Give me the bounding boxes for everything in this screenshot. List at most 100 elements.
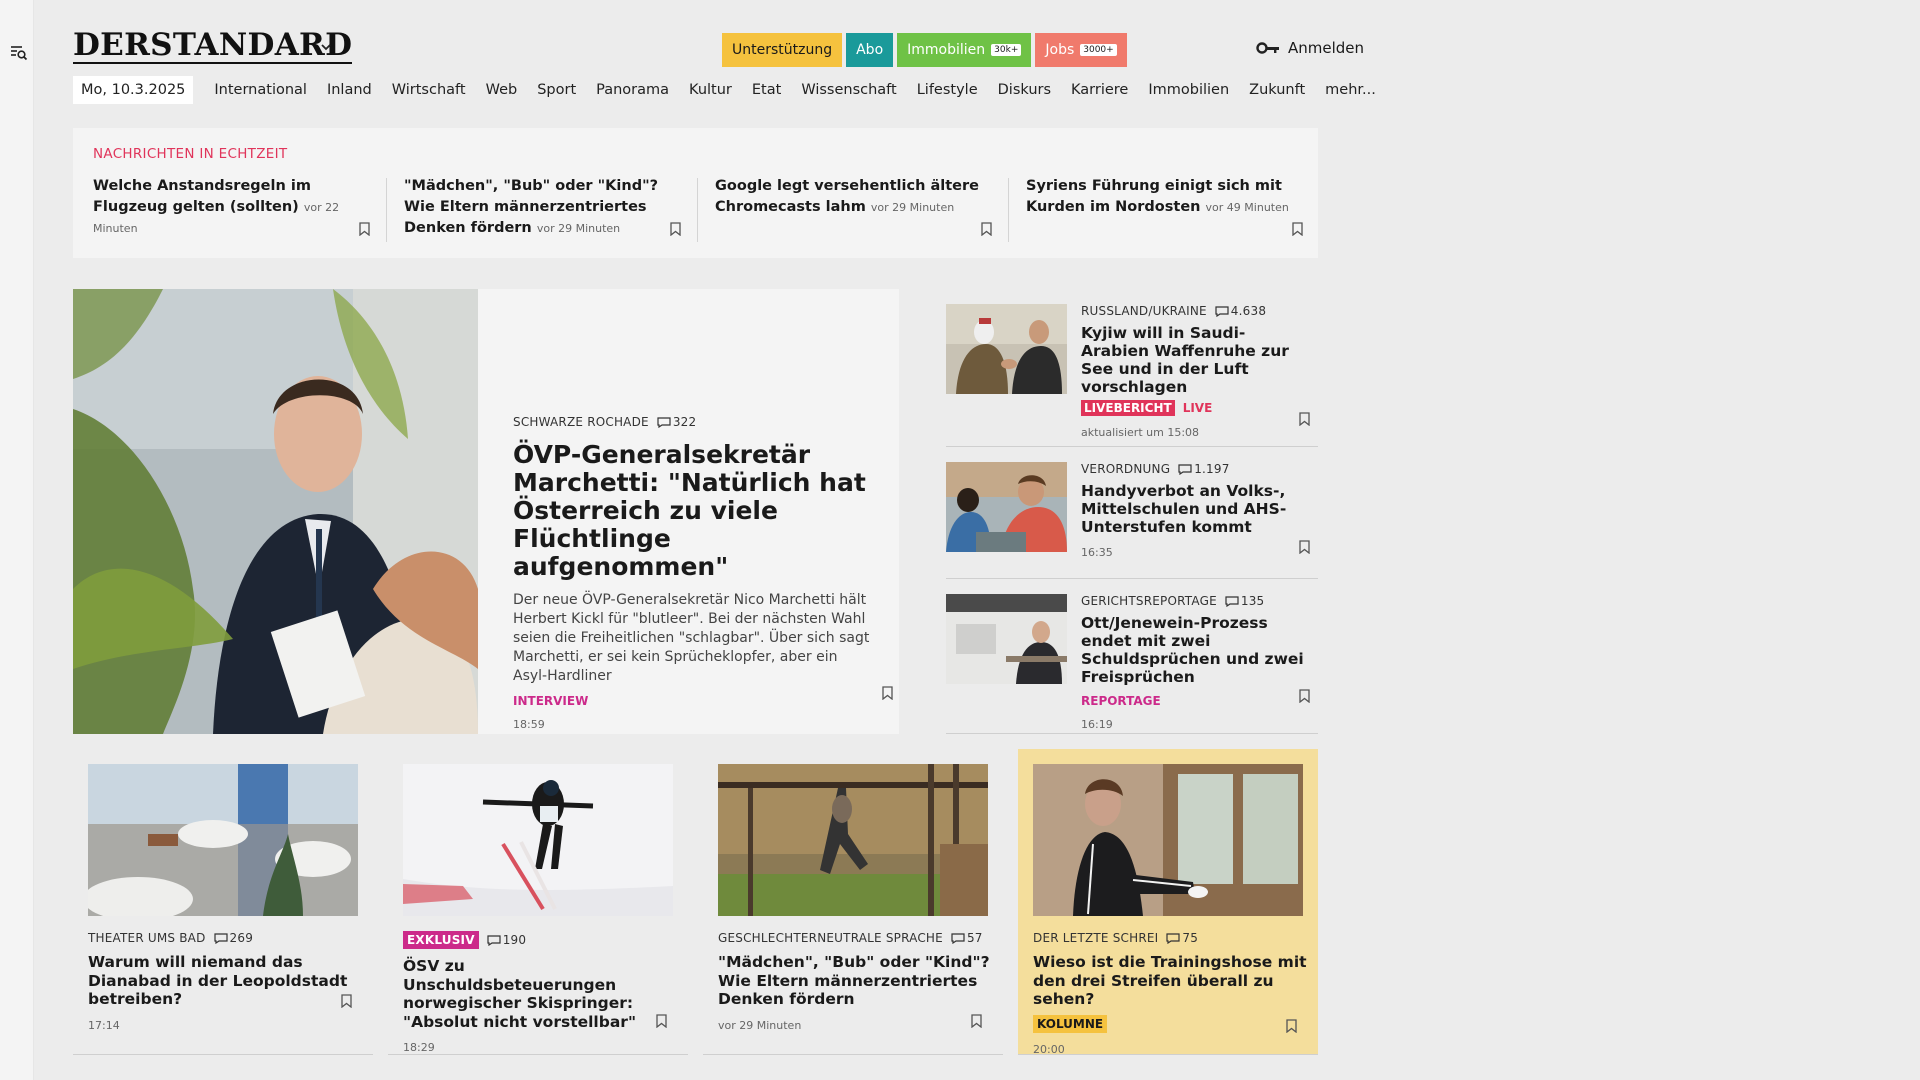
login-button[interactable]: Anmelden [1256,39,1364,57]
card-time: vor 29 Minuten [718,1018,802,1032]
list-item-title[interactable]: Ott/Jenewein-Prozess endet mit zwei Schu… [1081,614,1311,686]
comment-count[interactable]: 1.197 [1178,462,1229,476]
card-title[interactable]: "Mädchen", "Bub" oder "Kind"? Wie Eltern… [718,953,993,1009]
kicker-text: THEATER UMS BAD [88,931,206,945]
bookmark-icon[interactable] [1299,689,1310,703]
card-image[interactable] [718,764,988,916]
list-item[interactable]: GERICHTSREPORTAGE 135 Ott/Jenewein-Proze… [946,579,1318,734]
comment-count[interactable]: 57 [951,931,983,945]
card-kicker: GESCHLECHTERNEUTRALE SPRACHE 57 [718,931,993,945]
hero-comment-count[interactable]: 322 [657,415,697,429]
login-label: Anmelden [1288,39,1365,57]
hero-title[interactable]: ÖVP-Generalsekretär Marchetti: "Natürlic… [513,441,873,581]
article-card[interactable]: EXKLUSIV 190 ÖSV zu Unschuldsbeteuerunge… [388,749,688,1055]
immobilien-button[interactable]: Immobilien 30k+ [897,33,1032,67]
comment-count[interactable]: 4.638 [1215,304,1266,318]
card-photo [88,764,358,916]
hero-image[interactable] [73,289,478,734]
card-text: DER LETZTE SCHREI 75 Wieso ist die Train… [1033,931,1308,1056]
nav-item-web[interactable]: Web [486,82,518,98]
bookmark-icon[interactable] [1292,222,1303,236]
card-image[interactable] [88,764,358,916]
card-image[interactable] [403,764,673,916]
nav-item-inland[interactable]: Inland [327,82,372,98]
ticker-item[interactable]: Google legt versehentlich ältere Chromec… [715,176,1000,248]
ticker-item[interactable]: Syriens Führung einigt sich mit Kurden i… [1026,176,1311,248]
chevron-down-icon[interactable] [319,42,333,52]
article-thumbnail[interactable] [946,462,1067,552]
card-time: 20:00 [1033,1042,1065,1056]
article-thumbnail[interactable] [946,594,1067,684]
site-logo[interactable]: DERSTANDARD [73,28,353,64]
ticker-item-title: "Mädchen", "Bub" oder "Kind"? Wie Eltern… [404,176,689,239]
nav-item-zukunft[interactable]: Zukunft [1249,82,1305,98]
list-item-title[interactable]: Kyjiw will in Saudi-Arabien Waffenruhe z… [1081,324,1311,396]
search-menu-icon[interactable] [10,44,28,62]
nav-item-lifestyle[interactable]: Lifestyle [917,82,978,98]
kicker-text: RUSSLAND/UKRAINE [1081,304,1207,318]
comment-count[interactable]: 269 [213,931,254,945]
comment-icon [1178,463,1192,475]
nav-item-diskurs[interactable]: Diskurs [998,82,1051,98]
support-button[interactable]: Unterstützung [722,33,843,67]
comments-value: 269 [229,931,254,945]
list-item-title[interactable]: Handyverbot an Volks-, Mittelschulen und… [1081,482,1311,536]
bookmark-icon[interactable] [981,222,992,236]
jobs-label: Jobs [1045,42,1075,58]
bookmark-icon[interactable] [656,1014,667,1028]
thumb-photo [946,594,1067,684]
ticker-item[interactable]: Welche Anstandsregeln im Flugzeug gelten… [93,176,378,248]
article-card[interactable]: GESCHLECHTERNEUTRALE SPRACHE 57 "Mädchen… [703,749,1003,1055]
list-item[interactable]: RUSSLAND/UKRAINE 4.638 Kyjiw will in Sau… [946,289,1318,447]
article-thumbnail[interactable] [946,304,1067,394]
bookmark-icon[interactable] [1299,412,1310,426]
card-title[interactable]: ÖSV zu Unschuldsbeteuerungen norwegische… [403,957,678,1031]
live-badge: LIVEBERICHT [1081,400,1175,416]
list-item-kicker: RUSSLAND/UKRAINE 4.638 [1081,304,1311,318]
comments-value: 135 [1240,594,1265,608]
nav-item-panorama[interactable]: Panorama [596,82,669,98]
hero-article[interactable]: SCHWARZE ROCHADE 322 ÖVP-Generalsekretär… [73,289,899,734]
bookmark-icon[interactable] [359,222,370,236]
ticker-divider [386,178,387,242]
ticker-time: vor 29 Minuten [870,201,955,214]
comment-count[interactable]: 135 [1225,594,1265,608]
nav-item-kultur[interactable]: Kultur [689,82,732,98]
nav-item-etat[interactable]: Etat [752,82,781,98]
article-card[interactable]: THEATER UMS BAD 269 Warum will niemand d… [73,749,373,1055]
live-indicator: LIVE [1182,401,1213,415]
kicker-text: VERORDNUNG [1081,462,1171,476]
card-text: THEATER UMS BAD 269 Warum will niemand d… [88,931,363,1032]
nav-item-sport[interactable]: Sport [537,82,576,98]
bookmark-icon[interactable] [971,1014,982,1028]
card-kicker: DER LETZTE SCHREI 75 [1033,931,1308,945]
comment-count[interactable]: 190 [487,933,527,947]
list-item[interactable]: VERORDNUNG 1.197 Handyverbot an Volks-, … [946,447,1318,579]
bookmark-icon[interactable] [1299,540,1310,554]
list-item-text: GERICHTSREPORTAGE 135 Ott/Jenewein-Proze… [1081,594,1311,731]
hero-kicker-text: SCHWARZE ROCHADE [513,415,649,429]
nav-item-karriere[interactable]: Karriere [1071,82,1128,98]
nav-item-international[interactable]: International [214,82,307,98]
nav-item-more[interactable]: mehr... [1325,82,1376,98]
nav-item-immobilien[interactable]: Immobilien [1148,82,1229,98]
nav-item-wirtschaft[interactable]: Wirtschaft [392,82,466,98]
nav-item-wissenschaft[interactable]: Wissenschaft [801,82,896,98]
ticker-item[interactable]: "Mädchen", "Bub" oder "Kind"? Wie Eltern… [404,176,689,248]
bookmark-icon[interactable] [341,994,352,1008]
card-image[interactable] [1033,764,1303,916]
jobs-button[interactable]: Jobs 3000+ [1035,33,1127,67]
card-title[interactable]: Wieso ist die Trainingshose mit den drei… [1033,953,1308,1009]
column-tag: KOLUMNE [1033,1014,1108,1033]
comment-icon [1166,932,1181,944]
live-row: LIVEBERICHT LIVE [1081,400,1311,416]
abo-button[interactable]: Abo [846,33,894,67]
comment-icon [657,416,671,428]
comment-count[interactable]: 75 [1166,931,1198,945]
bookmark-icon[interactable] [670,222,681,236]
ticker-item-title: Welche Anstandsregeln im Flugzeug gelten… [93,176,378,239]
article-card-column[interactable]: DER LETZTE SCHREI 75 Wieso ist die Train… [1018,749,1318,1056]
bookmark-icon[interactable] [882,686,893,700]
card-title[interactable]: Warum will niemand das Dianabad in der L… [88,953,363,1009]
bookmark-icon[interactable] [1286,1019,1297,1033]
